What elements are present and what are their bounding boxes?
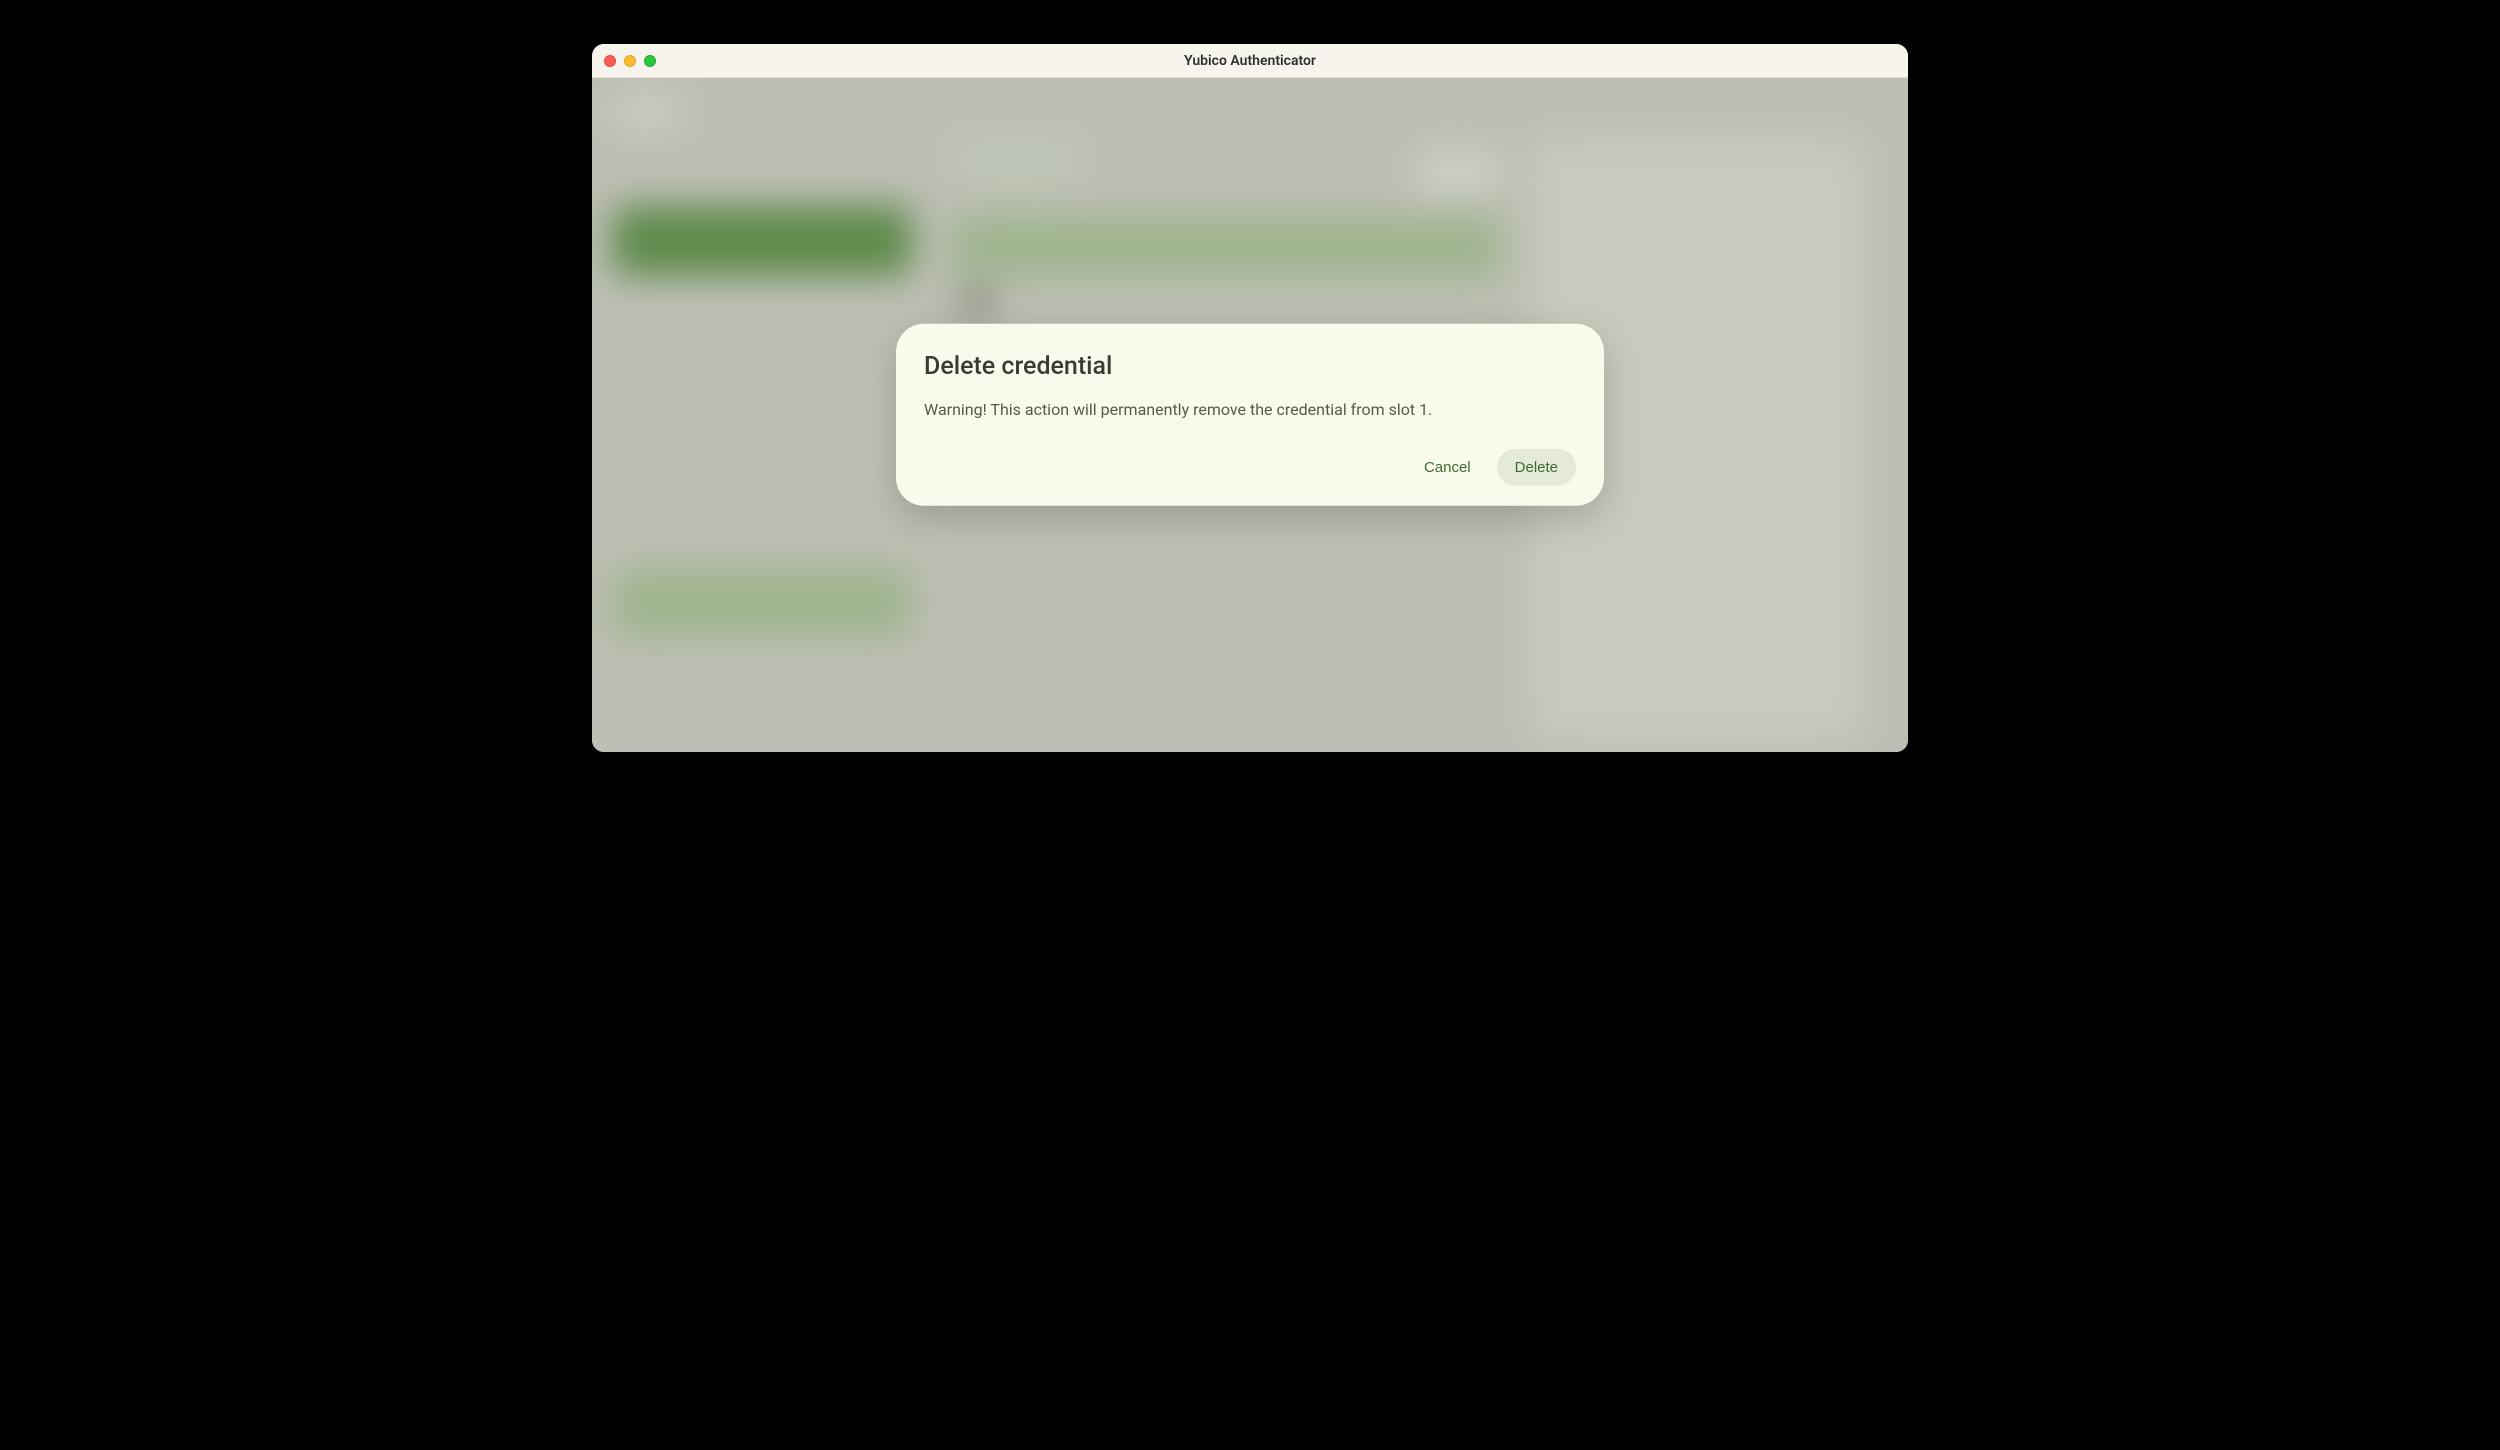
- delete-credential-dialog: Delete credential Warning! This action w…: [896, 324, 1604, 506]
- cancel-button[interactable]: Cancel: [1406, 449, 1489, 486]
- window-controls: [604, 55, 656, 67]
- app-window: Yubico Authenticator Delete credential W…: [592, 44, 1908, 752]
- titlebar: Yubico Authenticator: [592, 44, 1908, 78]
- window-title: Yubico Authenticator: [1184, 53, 1316, 69]
- close-icon[interactable]: [604, 55, 616, 67]
- minimize-icon[interactable]: [624, 55, 636, 67]
- zoom-icon[interactable]: [644, 55, 656, 67]
- dialog-actions: Cancel Delete: [924, 449, 1576, 486]
- delete-button[interactable]: Delete: [1497, 449, 1576, 486]
- content-area: Delete credential Warning! This action w…: [592, 78, 1908, 752]
- dialog-title: Delete credential: [924, 352, 1576, 381]
- dialog-message: Warning! This action will permanently re…: [924, 399, 1576, 421]
